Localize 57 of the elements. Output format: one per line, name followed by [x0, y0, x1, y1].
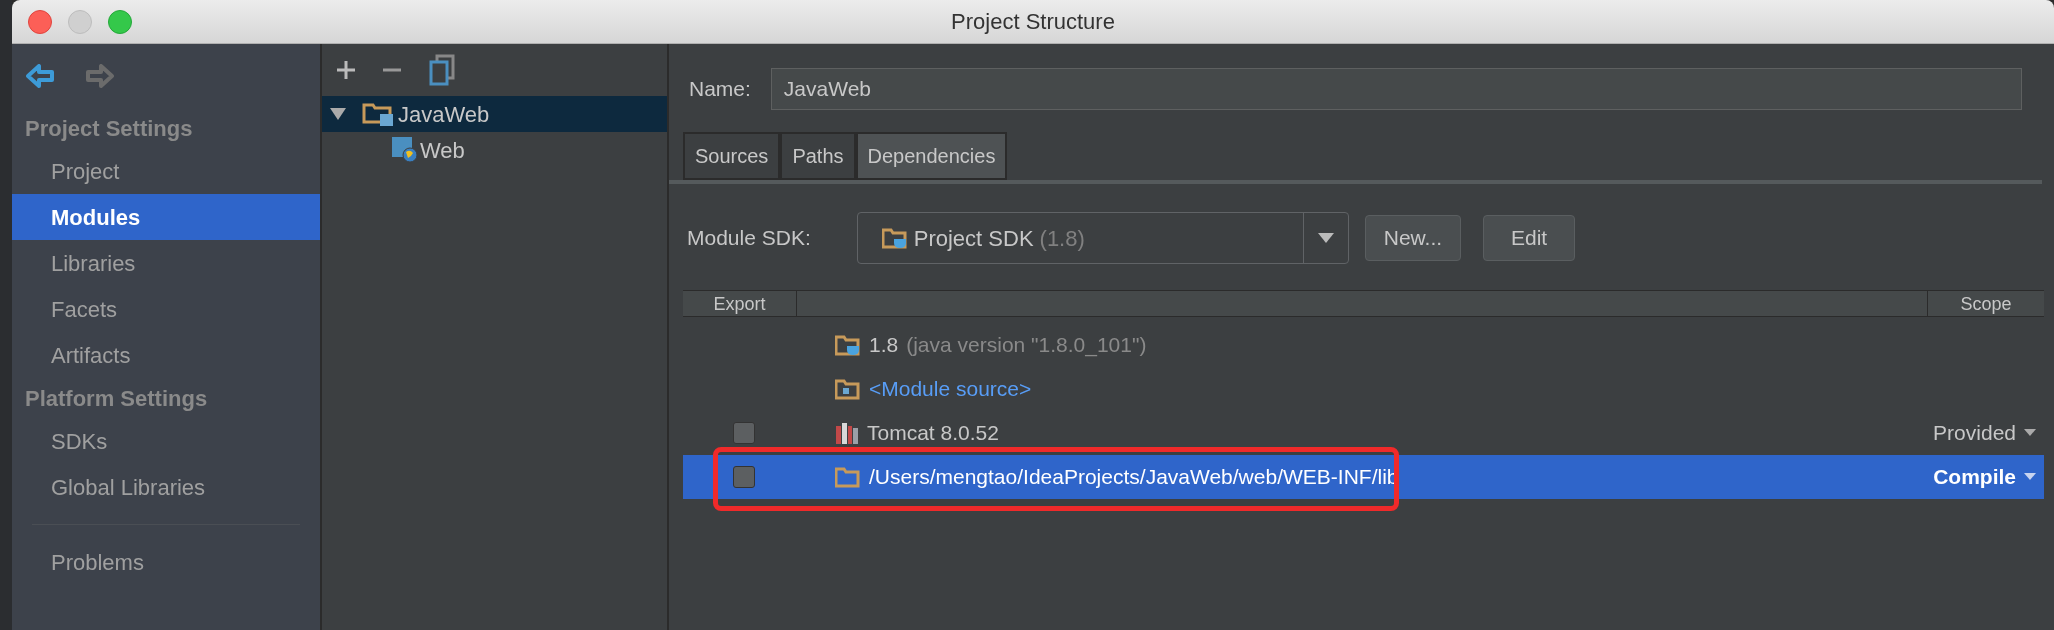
name-field[interactable]: JavaWeb [770, 68, 2022, 110]
column-header[interactable]: Scope [1928, 291, 2044, 316]
button[interactable]: New... [1364, 215, 1462, 261]
section-header: Project Settings [24, 114, 194, 143]
dependency-name: Tomcat 8.0.52 [867, 420, 999, 447]
scope-value[interactable]: Compile [1933, 461, 2016, 493]
module-sdk-label: Module SDK: [687, 225, 811, 252]
add-icon[interactable] [336, 60, 356, 80]
tree-label: Web [420, 136, 465, 165]
sidebar-item[interactable]: Global Libraries [12, 464, 320, 510]
section-header: Platform Settings [24, 384, 209, 413]
folder-cup-icon [835, 334, 861, 356]
scope-value[interactable]: Provided [1933, 417, 2016, 449]
sidebar-item[interactable]: Modules [12, 194, 320, 240]
dropdown-arrow-icon [2024, 473, 2036, 481]
table-row[interactable]: /Users/mengtao/IdeaProjects/JavaWeb/web/WEB-INF/lib Compile [683, 455, 2044, 499]
module-sdk-version: (1.8) [1039, 224, 1085, 253]
forward-arrow-icon[interactable] [86, 64, 114, 88]
module-folder-icon [362, 102, 396, 126]
table-row[interactable]: 1.8 (java version "1.8.0_101") [683, 323, 2044, 367]
back-arrow-icon[interactable] [26, 64, 54, 88]
dependency-name: <Module source> [869, 376, 1032, 403]
folder-icon [835, 466, 861, 488]
table-row[interactable]: <Module source> [683, 367, 2044, 411]
name-label: Name: [689, 76, 751, 103]
module-sdk-value: Project SDK [913, 224, 1034, 253]
close-button[interactable] [28, 10, 52, 34]
zoom-button[interactable] [108, 10, 132, 34]
dependency-name: 1.8 [869, 332, 899, 359]
sidebar-item[interactable]: Artifacts [12, 332, 320, 378]
sidebar-item[interactable]: SDKs [12, 418, 320, 464]
export-checkbox[interactable] [733, 466, 755, 488]
source-folder-icon [835, 378, 861, 400]
button[interactable]: Edit [1483, 215, 1576, 261]
copy-icon[interactable] [428, 54, 456, 86]
dependency-detail: (java version "1.8.0_101") [906, 332, 1147, 359]
tab[interactable]: Paths [780, 132, 856, 180]
web-facet-icon [392, 137, 418, 163]
export-checkbox[interactable] [733, 422, 755, 444]
sidebar-item[interactable]: Facets [12, 286, 320, 332]
folder-cup-icon [881, 227, 908, 249]
sidebar-item[interactable]: Problems [12, 539, 320, 585]
module-sdk-dropdown[interactable]: Project SDK (1.8) [856, 212, 1349, 264]
sidebar-item[interactable]: Project [12, 148, 320, 194]
dropdown-arrow-icon [2024, 429, 2036, 437]
table-row[interactable]: Tomcat 8.0.52 Provided [683, 411, 2044, 455]
window-title: Project Structure [951, 8, 1115, 36]
dropdown-arrow-icon [1317, 232, 1334, 244]
tab[interactable]: Dependencies [855, 132, 1008, 180]
tree-label: JavaWeb [398, 100, 490, 129]
tree-row[interactable]: JavaWeb [322, 96, 667, 132]
dependency-name: /Users/mengtao/IdeaProjects/JavaWeb/web/WEB-INF/lib [869, 464, 1399, 491]
sidebar-item[interactable]: Libraries [12, 240, 320, 286]
tab[interactable]: Sources [683, 132, 781, 180]
column-header[interactable]: Export [683, 291, 797, 316]
library-books-icon [835, 422, 859, 444]
tree-row[interactable]: Web [322, 132, 667, 168]
